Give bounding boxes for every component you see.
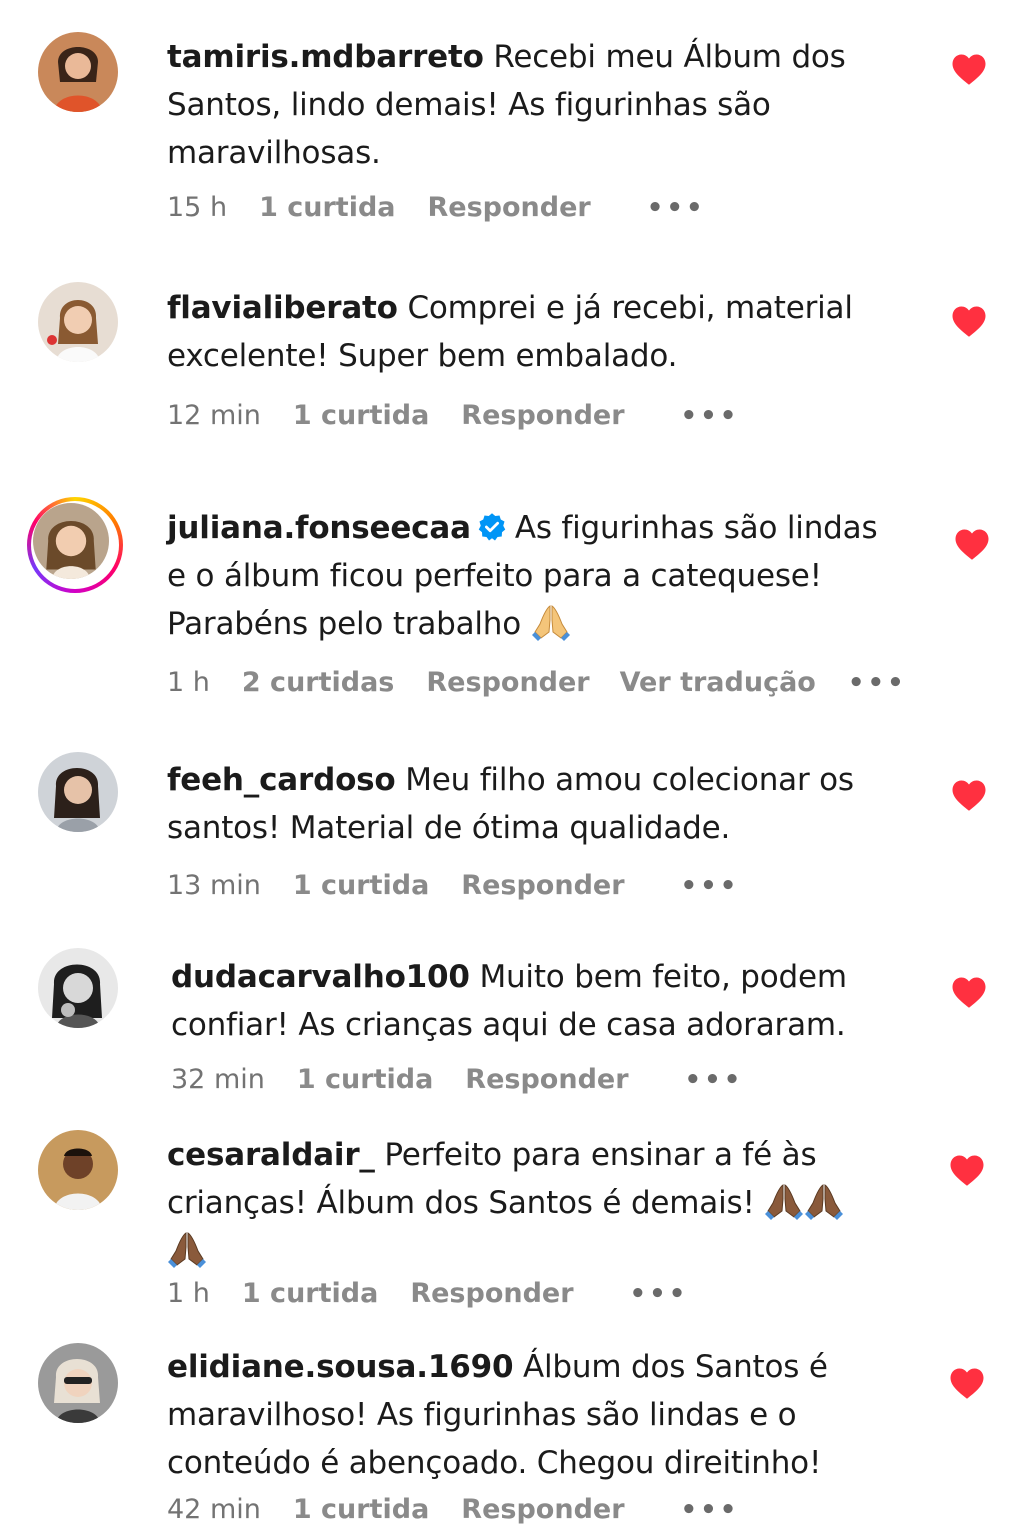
timestamp: 15 h (167, 192, 228, 223)
folded-hands-icon (764, 1181, 804, 1221)
avatar[interactable] (38, 948, 118, 1028)
username[interactable]: juliana.fonseecaa (167, 510, 471, 546)
avatar[interactable] (38, 1343, 118, 1423)
more-options-icon[interactable]: ••• (630, 1279, 689, 1309)
verified-badge-icon (478, 513, 506, 541)
comment-text: flavialiberato Comprei e já recebi, mate… (167, 284, 887, 380)
more-options-icon[interactable]: ••• (681, 871, 740, 901)
username[interactable]: elidiane.sousa.1690 (167, 1349, 514, 1385)
folded-hands-icon (804, 1181, 844, 1221)
more-options-icon[interactable]: ••• (681, 1495, 740, 1525)
translate-button[interactable]: Ver tradução (620, 667, 816, 698)
timestamp: 12 min (167, 400, 261, 431)
folded-hands-icon (531, 602, 571, 642)
comment-text: elidiane.sousa.1690 Álbum dos Santos é m… (167, 1343, 887, 1487)
heart-icon[interactable] (951, 304, 987, 338)
avatar[interactable] (38, 32, 118, 112)
timestamp: 13 min (167, 870, 261, 901)
comment-text: feeh_cardoso Meu filho amou colecionar o… (167, 756, 887, 852)
comment-meta: 32 min 1 curtida Responder ••• (171, 1064, 743, 1095)
likes-count[interactable]: 1 curtida (297, 1064, 433, 1095)
avatar[interactable] (38, 752, 118, 832)
comment-text: tamiris.mdbarreto Recebi meu Álbum dos S… (167, 33, 887, 177)
likes-count[interactable]: 1 curtida (259, 192, 395, 223)
likes-count[interactable]: 1 curtida (293, 1494, 429, 1525)
avatar[interactable] (38, 1130, 118, 1210)
timestamp: 32 min (171, 1064, 265, 1095)
timestamp: 1 h (167, 1278, 210, 1309)
comment-meta: 1 h 1 curtida Responder ••• (167, 1278, 688, 1309)
username[interactable]: feeh_cardoso (167, 762, 396, 798)
reply-button[interactable]: Responder (426, 667, 589, 698)
heart-icon[interactable] (951, 52, 987, 86)
avatar[interactable] (38, 282, 118, 362)
comment-meta: 13 min 1 curtida Responder ••• (167, 870, 739, 901)
comment-text: dudacarvalho100 Muito bem feito, podem c… (171, 953, 891, 1049)
heart-icon[interactable] (949, 1153, 985, 1187)
folded-hands-icon (167, 1229, 207, 1269)
more-options-icon[interactable]: ••• (647, 193, 706, 223)
reply-button[interactable]: Responder (461, 400, 624, 431)
heart-icon[interactable] (954, 527, 990, 561)
reply-button[interactable]: Responder (428, 192, 591, 223)
avatar[interactable] (27, 497, 123, 593)
likes-count[interactable]: 1 curtida (293, 870, 429, 901)
heart-icon[interactable] (949, 1366, 985, 1400)
comment-meta: 12 min 1 curtida Responder ••• (167, 400, 739, 431)
more-options-icon[interactable]: ••• (848, 668, 907, 698)
username[interactable]: flavialiberato (167, 290, 398, 326)
reply-button[interactable]: Responder (461, 870, 624, 901)
likes-count[interactable]: 2 curtidas (242, 667, 395, 698)
likes-count[interactable]: 1 curtida (293, 400, 429, 431)
username[interactable]: dudacarvalho100 (171, 959, 470, 995)
comment-text: juliana.fonseecaa As figurinhas são linda… (167, 504, 887, 648)
likes-count[interactable]: 1 curtida (242, 1278, 378, 1309)
more-options-icon[interactable]: ••• (681, 401, 740, 431)
reply-button[interactable]: Responder (410, 1278, 573, 1309)
timestamp: 42 min (167, 1494, 261, 1525)
heart-icon[interactable] (951, 778, 987, 812)
username[interactable]: tamiris.mdbarreto (167, 39, 484, 75)
comment-meta: 15 h 1 curtida Responder ••• (167, 192, 706, 223)
timestamp: 1 h (167, 667, 210, 698)
reply-button[interactable]: Responder (461, 1494, 624, 1525)
comment-text: cesaraldair_ Perfeito para ensinar a fé … (167, 1131, 887, 1275)
more-options-icon[interactable]: ••• (685, 1065, 744, 1095)
username[interactable]: cesaraldair_ (167, 1137, 375, 1173)
comment-meta: 42 min 1 curtida Responder ••• (167, 1494, 739, 1525)
reply-button[interactable]: Responder (465, 1064, 628, 1095)
heart-icon[interactable] (951, 975, 987, 1009)
comment-meta: 1 h 2 curtidas Responder Ver tradução ••… (167, 667, 907, 698)
